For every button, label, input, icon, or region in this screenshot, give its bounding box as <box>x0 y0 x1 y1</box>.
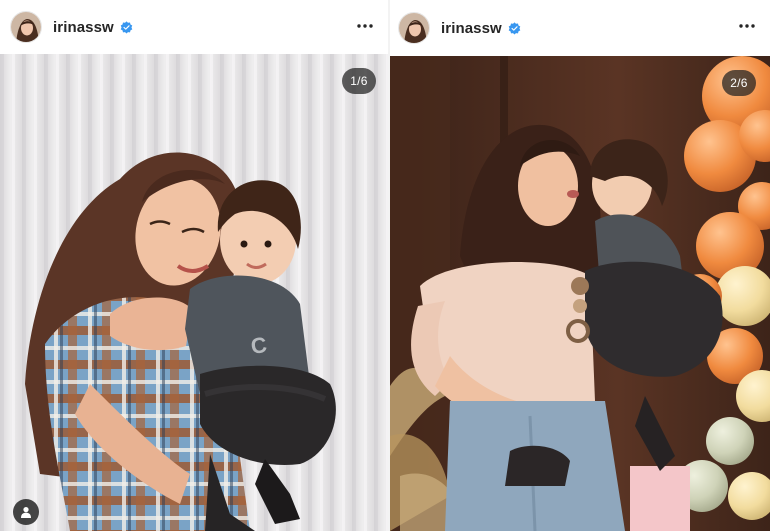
carousel-counter: 1/6 <box>342 68 376 94</box>
verified-badge-icon <box>120 20 133 34</box>
mother-and-baby-balloons-photo <box>390 56 770 531</box>
username[interactable]: irinassw <box>441 20 502 37</box>
verified-badge-icon <box>508 21 521 35</box>
post-photo[interactable]: C 1/6 <box>0 54 388 531</box>
post-photo[interactable]: 2/6 <box>390 56 770 531</box>
profile-avatar[interactable] <box>398 12 430 44</box>
more-options-icon <box>739 24 755 28</box>
post-1: irinassw C 1/6 <box>0 0 388 531</box>
username[interactable]: irinassw <box>53 19 114 36</box>
carousel-counter: 2/6 <box>722 70 756 96</box>
tagged-user-icon <box>21 507 31 518</box>
more-options-button[interactable] <box>738 17 756 35</box>
more-options-button[interactable] <box>356 17 374 35</box>
more-options-icon <box>357 24 373 28</box>
mother-and-baby-photo: C <box>0 54 388 531</box>
tagged-users-button[interactable] <box>13 499 39 525</box>
post-header: irinassw <box>0 0 388 54</box>
profile-avatar[interactable] <box>10 11 42 43</box>
post-header: irinassw <box>390 0 770 56</box>
post-2: irinassw 2/6 <box>390 0 770 531</box>
